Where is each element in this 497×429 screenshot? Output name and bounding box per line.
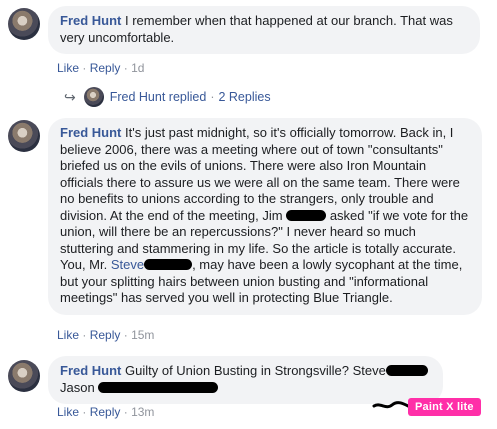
comment-text: Guilty of Union Busting in Strongsville?…	[121, 363, 386, 378]
view-replies-link[interactable]: ↪ Fred Hunt replied · 2 Replies	[64, 87, 271, 107]
watermark-badge: Paint X lite	[408, 398, 481, 416]
comment-bubble: Fred Hunt It's just past midnight, so it…	[48, 118, 482, 315]
comment-actions: Like · Reply · 13m	[57, 405, 155, 419]
redaction-mark	[98, 381, 219, 393]
reply-button[interactable]: Reply	[90, 328, 121, 342]
redaction-mark	[144, 259, 193, 270]
redaction-mark	[385, 365, 428, 376]
comment-timestamp[interactable]: 1d	[131, 61, 144, 75]
avatar[interactable]	[8, 360, 40, 392]
reply-arrow-icon: ↪	[64, 88, 76, 105]
mention-link[interactable]: Steve	[111, 257, 144, 272]
comment-author[interactable]: Fred Hunt	[60, 125, 121, 140]
comment-author[interactable]: Fred Hunt	[60, 13, 121, 28]
avatar[interactable]	[8, 120, 40, 152]
redaction-mark	[286, 209, 327, 221]
comment-actions: Like · Reply · 15m	[57, 328, 155, 342]
comment-bubble: Fred Hunt I remember when that happened …	[48, 6, 480, 54]
comment-author[interactable]: Fred Hunt	[60, 363, 121, 378]
comment-actions: Like · Reply · 1d	[57, 61, 145, 75]
avatar[interactable]	[8, 8, 40, 40]
comment-timestamp[interactable]: 13m	[131, 405, 154, 419]
replies-count: 2 Replies	[218, 90, 271, 104]
comment-timestamp[interactable]: 15m	[131, 328, 154, 342]
comment-bubble: Fred Hunt Guilty of Union Busting in Str…	[48, 356, 443, 404]
replies-author: Fred Hunt replied	[109, 90, 207, 104]
scribble-mark	[372, 401, 412, 409]
comment-text: Jason	[60, 379, 95, 395]
like-button[interactable]: Like	[57, 61, 79, 75]
reply-button[interactable]: Reply	[90, 61, 121, 75]
like-button[interactable]: Like	[57, 328, 79, 342]
reply-button[interactable]: Reply	[90, 405, 121, 419]
like-button[interactable]: Like	[57, 405, 79, 419]
avatar	[83, 87, 104, 107]
